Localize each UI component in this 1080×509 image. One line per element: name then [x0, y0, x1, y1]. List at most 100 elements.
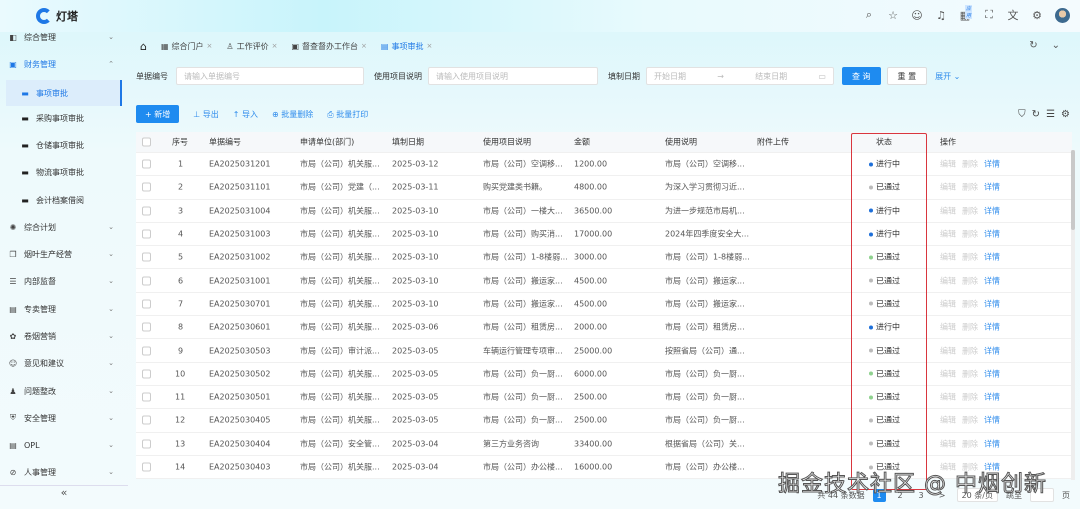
row-checkbox[interactable]	[142, 276, 151, 286]
table-row[interactable]: 5 EA2025031002 市局（公司）机关服... 2025-03-10 市局（公司…	[136, 246, 1072, 270]
edit-button[interactable]: 编辑	[940, 393, 956, 402]
sidebar-item[interactable]: ▤ 专卖管理 ⌄	[8, 298, 122, 320]
detail-button[interactable]: 详情	[984, 323, 1000, 332]
expand-link[interactable]: 展开 ⌄	[935, 71, 960, 82]
row-checkbox[interactable]	[142, 252, 151, 262]
close-icon[interactable]: ×	[426, 42, 432, 50]
delete-button[interactable]: 删除	[962, 160, 978, 169]
edit-button[interactable]: 编辑	[940, 439, 956, 448]
table-row[interactable]: 13 EA2025030404 市局（公司）安全管... 2025-03-04 第三方业…	[136, 433, 1072, 456]
bell-icon[interactable]: ♫	[935, 9, 947, 22]
close-icon[interactable]: ×	[272, 42, 278, 50]
table-row[interactable]: 10 EA2025030502 市局（公司）机关服... 2025-03-05 市局（公…	[136, 363, 1072, 386]
translate-icon[interactable]: 文	[1007, 7, 1019, 23]
edit-button[interactable]: 编辑	[940, 416, 956, 425]
settings-icon[interactable]: ⚙	[1031, 9, 1043, 22]
detail-button[interactable]: 详情	[984, 439, 1000, 448]
app-logo[interactable]: 灯塔	[36, 8, 78, 24]
search-icon[interactable]: ⌕	[863, 8, 875, 22]
delete-button[interactable]: 删除	[962, 416, 978, 425]
sidebar-item[interactable]: ▬ 采购事项审批	[6, 107, 122, 129]
edit-button[interactable]: 编辑	[940, 160, 956, 169]
sidebar-item[interactable]: ▬ 仓储事项审批	[6, 134, 122, 156]
delete-button[interactable]: 删除	[962, 463, 978, 472]
refresh-icon[interactable]: ↻	[1032, 109, 1040, 120]
table-row[interactable]: 2 EA2025031101 市局（公司）党建（... 2025-03-11 购买党建类…	[136, 176, 1072, 200]
sidebar-item[interactable]: ▬ 物流事项审批	[6, 161, 122, 183]
delete-button[interactable]: 删除	[962, 299, 978, 308]
date-range-input[interactable]: 开始日期 → 结束日期 ▭	[646, 67, 834, 85]
table-row[interactable]: 1 EA2025031201 市局（公司）机关服... 2025-03-12 市局（公司…	[136, 153, 1072, 177]
sidebar-item[interactable]: ▤ OPL ⌄	[8, 434, 122, 456]
sidebar-item[interactable]: ▣ 财务管理 ⌃	[8, 53, 122, 75]
sidebar-item[interactable]: ▬ 事项审批	[6, 80, 122, 106]
detail-button[interactable]: 详情	[984, 230, 1000, 239]
row-checkbox[interactable]	[142, 369, 151, 379]
tab-1[interactable]: ♙ 工作评价 ×	[226, 41, 277, 52]
chevron-down-icon[interactable]: ⌄	[1052, 40, 1060, 51]
delete-button[interactable]: 删除	[962, 346, 978, 355]
sidebar-item[interactable]: ▬ 会计档案借阅	[6, 189, 122, 211]
detail-button[interactable]: 详情	[984, 206, 1000, 215]
detail-button[interactable]: 详情	[984, 346, 1000, 355]
edit-button[interactable]: 编辑	[940, 369, 956, 378]
row-checkbox[interactable]	[142, 439, 151, 449]
tab-0[interactable]: ▦ 综合门户 ×	[161, 41, 212, 52]
table-scrollbar[interactable]	[1071, 150, 1075, 480]
table-row[interactable]: 14 EA2025030403 市局（公司）机关服... 2025-03-04 市局（公…	[136, 456, 1072, 480]
detail-button[interactable]: 详情	[984, 393, 1000, 402]
row-checkbox[interactable]	[142, 299, 151, 309]
table-row[interactable]: 3 EA2025031004 市局（公司）机关服... 2025-03-10 市局（公司…	[136, 200, 1072, 223]
edit-button[interactable]: 编辑	[940, 346, 956, 355]
next-page-button[interactable]: >	[936, 489, 949, 502]
table-row[interactable]: 6 EA2025031001 市局（公司）机关服... 2025-03-10 市局（公司…	[136, 269, 1072, 293]
delete-button[interactable]: 删除	[962, 393, 978, 402]
delete-button[interactable]: 删除	[962, 323, 978, 332]
delete-button[interactable]: 删除	[962, 439, 978, 448]
detail-button[interactable]: 详情	[984, 299, 1000, 308]
project-input[interactable]: 请输入使用项目说明	[428, 67, 598, 85]
doc-no-input[interactable]: 请输入单据编号	[176, 67, 364, 85]
row-checkbox[interactable]	[142, 182, 151, 192]
table-row[interactable]: 8 EA2025030601 市局（公司）机关服... 2025-03-06 市局（公司…	[136, 316, 1072, 340]
scrollbar-thumb[interactable]	[1071, 150, 1075, 230]
page-2[interactable]: 2	[894, 489, 907, 502]
delete-button[interactable]: 删除	[962, 183, 978, 192]
close-icon[interactable]: ×	[361, 42, 367, 50]
table-row[interactable]: 9 EA2025030503 市局（公司）审计派... 2025-03-05 车辆运行管…	[136, 339, 1072, 363]
detail-button[interactable]: 详情	[984, 369, 1000, 378]
table-row[interactable]: 11 EA2025030501 市局（公司）机关服... 2025-03-05 市局（公…	[136, 386, 1072, 410]
tab-3[interactable]: ▤ 事项审批 ×	[381, 41, 432, 52]
row-checkbox[interactable]	[142, 206, 151, 216]
detail-button[interactable]: 详情	[984, 463, 1000, 472]
filter-icon[interactable]: ⛉	[1018, 109, 1026, 120]
sidebar-item[interactable]: ✺ 综合计划 ⌄	[8, 216, 122, 238]
edit-button[interactable]: 编辑	[940, 206, 956, 215]
detail-button[interactable]: 详情	[984, 276, 1000, 285]
message-icon[interactable]: ☺	[911, 9, 923, 22]
sidebar-item[interactable]: ❐ 烟叶生产经营 ⌄	[8, 243, 122, 265]
star-icon[interactable]: ☆	[887, 9, 899, 22]
home-icon[interactable]: ⌂	[140, 40, 147, 53]
edit-button[interactable]: 编辑	[940, 276, 956, 285]
row-checkbox[interactable]	[142, 322, 151, 332]
edit-button[interactable]: 编辑	[940, 183, 956, 192]
table-row[interactable]: 7 EA2025030701 市局（公司）机关服... 2025-03-10 市局（公司…	[136, 293, 1072, 317]
fullscreen-icon[interactable]: ⛶	[983, 8, 995, 22]
sidebar-item[interactable]: ◧ 综合管理 ⌄	[8, 26, 122, 48]
delete-button[interactable]: 删除	[962, 276, 978, 285]
table-row[interactable]: 12 EA2025030405 市局（公司）机关服... 2025-03-05 市局（公…	[136, 409, 1072, 433]
sidebar-item[interactable]: ☰ 内部监督 ⌄	[8, 270, 122, 292]
row-checkbox[interactable]	[142, 159, 151, 169]
select-all-checkbox[interactable]	[142, 137, 151, 147]
table-row[interactable]: 4 EA2025031003 市局（公司）机关服... 2025-03-10 市局（公司…	[136, 223, 1072, 247]
row-checkbox[interactable]	[142, 346, 151, 356]
add-button[interactable]: + 新增	[136, 105, 180, 123]
row-checkbox[interactable]	[142, 229, 151, 239]
tab-2[interactable]: ▣ 督查督办工作台 ×	[291, 41, 366, 52]
batch-delete-button[interactable]: ⊕ 批量删除	[272, 109, 313, 120]
page-1[interactable]: 1	[872, 488, 886, 502]
density-icon[interactable]: ☰	[1046, 109, 1055, 120]
delete-button[interactable]: 删除	[962, 230, 978, 239]
avatar[interactable]	[1055, 7, 1070, 23]
